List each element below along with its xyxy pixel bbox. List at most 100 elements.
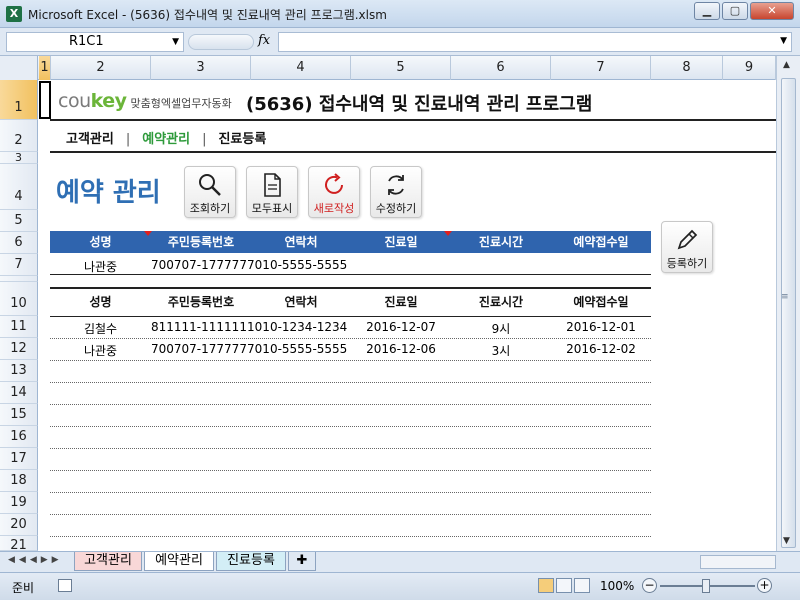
sync-icon <box>388 175 404 195</box>
list-cell[interactable]: 3시 <box>451 342 551 359</box>
formula-input[interactable]: ▼ <box>278 32 792 52</box>
comment-indicator-icon[interactable] <box>144 231 152 236</box>
list-cell[interactable]: 811111-1111111 <box>151 320 255 334</box>
list-cell[interactable]: 2016-12-01 <box>551 320 651 334</box>
sheet-tab-bar: ◀◀◀▶▶ 고객관리 예약관리 진료등록 ✚ <box>0 551 800 572</box>
sheet-nav-arrows-icon[interactable]: ◀◀◀▶▶ <box>8 555 63 565</box>
formula-cancel-enter-group[interactable] <box>188 34 254 50</box>
coukey-logo: coukey 맞춤형엑셀업무자동화 <box>58 90 232 114</box>
zoom-level[interactable]: 100% <box>600 579 634 593</box>
column-header[interactable]: 2 <box>51 56 151 80</box>
row-header[interactable]: 14 <box>0 382 38 404</box>
row-header[interactable]: 5 <box>0 210 38 232</box>
scroll-down-icon[interactable]: ▼ <box>783 536 790 546</box>
formula-bar: R1C1 ▼ fx ▼ <box>0 28 800 56</box>
sheet-tab-treatment[interactable]: 진료등록 <box>216 552 286 571</box>
column-header[interactable]: 7 <box>551 56 651 80</box>
nav-link-customers[interactable]: 고객관리 <box>66 132 114 147</box>
register-button[interactable]: 등록하기 <box>661 221 713 273</box>
list-cell[interactable]: 9시 <box>451 320 551 337</box>
header-divider <box>50 119 776 121</box>
column-header[interactable]: 1 <box>39 56 51 80</box>
row-header[interactable]: 15 <box>0 404 38 426</box>
list-cell[interactable]: 김철수 <box>50 320 151 337</box>
list-cell[interactable]: 010-1234-1234 <box>251 320 351 334</box>
row-header[interactable]: 6 <box>0 232 38 254</box>
nav-link-reservations[interactable]: 예약관리 <box>142 132 190 147</box>
new-button[interactable]: 새로작성 <box>308 166 360 218</box>
horizontal-scrollbar[interactable] <box>700 555 776 569</box>
row-header[interactable]: 13 <box>0 360 38 382</box>
column-header[interactable]: 5 <box>351 56 451 80</box>
row-header[interactable]: 3 <box>0 152 38 164</box>
expand-formula-icon[interactable]: ▼ <box>780 36 787 46</box>
row-header[interactable]: 10 <box>0 282 38 316</box>
row-header[interactable]: 19 <box>0 492 38 514</box>
name-box-value: R1C1 <box>69 34 104 49</box>
list-cell[interactable]: 나관중 <box>50 342 151 359</box>
row-divider <box>50 514 651 515</box>
scroll-thumb[interactable] <box>781 78 796 548</box>
scroll-up-icon[interactable]: ▲ <box>783 60 790 70</box>
column-header[interactable]: 3 <box>151 56 251 80</box>
list-header-bottom-border <box>50 316 651 317</box>
row-header[interactable]: 1 <box>0 80 38 120</box>
column-header[interactable]: 4 <box>251 56 351 80</box>
normal-view-icon[interactable] <box>538 578 554 593</box>
status-bar: 준비 100% − + <box>0 572 800 600</box>
list-cell[interactable]: 2016-12-06 <box>351 342 451 356</box>
minimize-button[interactable]: ▁ <box>694 2 720 20</box>
column-header[interactable]: 9 <box>723 56 776 80</box>
sheet-tab-reservations[interactable]: 예약관리 <box>144 552 214 571</box>
page-break-view-icon[interactable] <box>574 578 590 593</box>
search-button[interactable]: 조회하기 <box>184 166 236 218</box>
excel-app-icon[interactable]: X <box>6 6 22 22</box>
row-header[interactable]: 21 <box>0 536 38 553</box>
row-divider <box>50 426 651 427</box>
row-header[interactable]: 12 <box>0 338 38 360</box>
zoom-slider-thumb[interactable] <box>702 579 710 593</box>
row-header[interactable]: 16 <box>0 426 38 448</box>
row-header[interactable]: 7 <box>0 254 38 276</box>
insert-sheet-icon[interactable]: ✚ <box>288 552 316 571</box>
list-header-visit-time: 진료시간 <box>478 295 524 309</box>
list-header-resident-number: 주민등록번호 <box>167 295 235 309</box>
edit-button[interactable]: 수정하기 <box>370 166 422 218</box>
active-cell[interactable] <box>39 81 51 119</box>
column-header[interactable]: 8 <box>651 56 723 80</box>
comment-indicator-icon[interactable] <box>444 231 452 236</box>
column-header[interactable]: 6 <box>451 56 551 80</box>
row-header[interactable]: 18 <box>0 470 38 492</box>
row-header[interactable]: 4 <box>0 164 38 210</box>
row-header[interactable]: 11 <box>0 316 38 338</box>
header-contact: 연락처 <box>284 235 318 249</box>
input-name[interactable]: 나관중 <box>50 258 151 275</box>
insert-function-icon[interactable]: fx <box>258 33 270 48</box>
header-name: 성명 <box>89 235 112 249</box>
list-cell[interactable]: 010-5555-5555 <box>251 342 351 356</box>
show-all-button[interactable]: 모두표시 <box>246 166 298 218</box>
name-box[interactable]: R1C1 ▼ <box>6 32 184 52</box>
row-header[interactable]: 17 <box>0 448 38 470</box>
row-header[interactable]: 20 <box>0 514 38 536</box>
status-ready: 준비 <box>12 581 35 595</box>
restore-button[interactable]: ▢ <box>722 2 748 20</box>
nav-link-treatment[interactable]: 진료등록 <box>218 132 266 147</box>
page-layout-view-icon[interactable] <box>556 578 572 593</box>
select-all-corner[interactable] <box>0 56 38 80</box>
zoom-in-button[interactable]: + <box>757 578 772 593</box>
close-button[interactable]: ✕ <box>750 2 794 20</box>
list-cell[interactable]: 2016-12-07 <box>351 320 451 334</box>
input-row-divider <box>50 274 651 275</box>
sheet-tab-customers[interactable]: 고객관리 <box>74 552 142 571</box>
input-contact[interactable]: 010-5555-5555 <box>251 258 351 272</box>
list-cell[interactable]: 700707-1777777 <box>151 342 255 356</box>
row-divider <box>50 448 651 449</box>
list-cell[interactable]: 2016-12-02 <box>551 342 651 356</box>
zoom-out-button[interactable]: − <box>642 578 657 593</box>
macro-record-icon[interactable] <box>58 579 72 592</box>
vertical-scrollbar[interactable]: ▲ ≡ ▼ <box>776 56 800 551</box>
input-resident-number[interactable]: 700707-1777777 <box>151 258 255 272</box>
chevron-down-icon[interactable]: ▼ <box>172 33 179 51</box>
row-header[interactable]: 2 <box>0 120 38 152</box>
